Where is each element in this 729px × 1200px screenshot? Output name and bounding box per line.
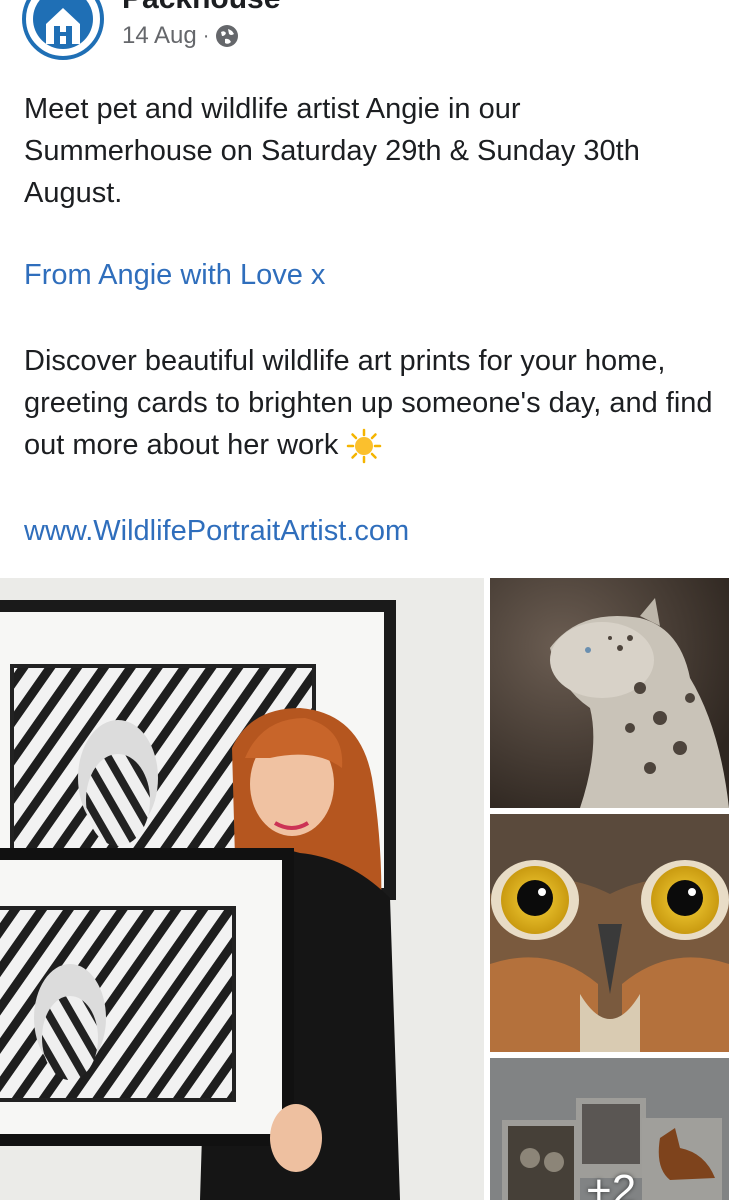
globe-icon (216, 25, 239, 47)
photo-more-prints[interactable]: +2 (490, 1058, 729, 1200)
post-paragraph-1: Meet pet and wildlife artist Angie in ou… (24, 93, 640, 209)
photo-owl[interactable] (490, 814, 729, 1052)
owl-image (490, 814, 729, 1052)
page-name[interactable]: Packhouse (122, 0, 280, 16)
post-link-website[interactable]: www.WildlifePortraitArtist.com (24, 510, 409, 552)
meta-separator: · (202, 24, 210, 47)
artist-zebra-photo-image (0, 578, 484, 1200)
post-link-from-angie[interactable]: From Angie with Love x (24, 254, 325, 296)
sun-emoji-icon (347, 429, 382, 464)
post-header: Packhouse 14 Aug · (0, 0, 729, 80)
snow-leopard-image (490, 578, 729, 808)
post-paragraph-2: Discover beautiful wildlife art prints f… (24, 340, 714, 466)
house-logo-icon (33, 0, 93, 49)
post-meta: 14 Aug · (122, 22, 239, 50)
photo-snow-leopard[interactable] (490, 578, 729, 808)
photo-artist-with-zebra-prints[interactable] (0, 578, 484, 1200)
page-avatar[interactable] (22, 0, 104, 60)
post-date[interactable]: 14 Aug (122, 22, 197, 50)
more-photos-count: +2 (586, 1166, 637, 1200)
